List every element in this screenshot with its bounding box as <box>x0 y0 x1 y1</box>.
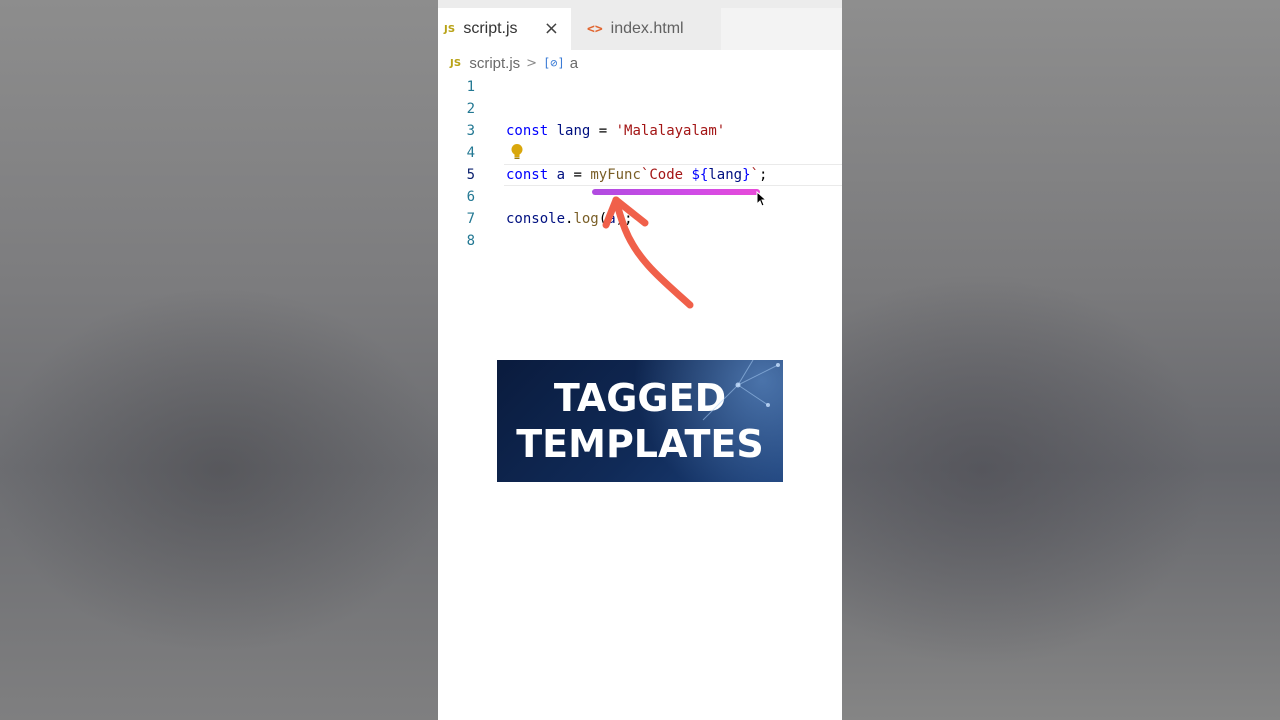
network-graphic <box>702 360 780 421</box>
mouse-cursor-icon <box>756 191 766 207</box>
tagged-templates-banner: TAGGED TEMPLATES <box>497 360 783 482</box>
blurred-background-left <box>0 0 438 720</box>
blurred-background-right <box>842 0 1280 720</box>
video-frame: JS script.js × <> index.html JS script.j… <box>438 0 842 720</box>
annotation-arrow-icon <box>602 196 694 309</box>
